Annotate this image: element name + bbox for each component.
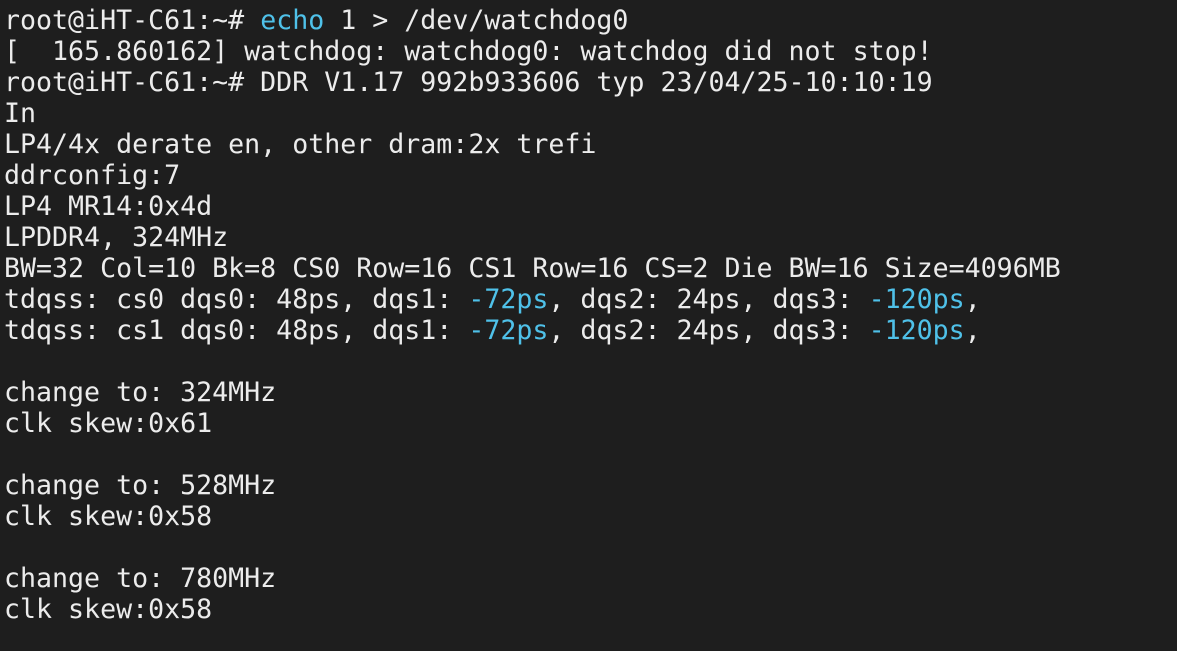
terminal-line: change to: 324MHz [4, 377, 1177, 408]
highlighted-text: -120ps [868, 315, 965, 346]
terminal-line: In [4, 98, 1177, 129]
terminal-text: tdqss: cs1 dqs0: 48ps, dqs1: [4, 315, 469, 346]
terminal-line: tdqss: cs1 dqs0: 48ps, dqs1: -72ps, dqs2… [4, 315, 1177, 346]
highlighted-text: -72ps [468, 315, 549, 346]
terminal-text: change to: 780MHz [4, 563, 277, 594]
terminal-text: clk skew:0x58 [4, 594, 213, 625]
terminal-line: LPDDR4, 324MHz [4, 222, 1177, 253]
terminal-text: , [964, 315, 981, 346]
terminal-text: , [964, 284, 981, 315]
terminal-text: [ 165.860162] watchdog: watchdog0: watch… [4, 36, 933, 67]
highlighted-text: -120ps [868, 284, 965, 315]
terminal-text: change to: 528MHz [4, 470, 277, 501]
terminal-line: change to: 780MHz [4, 563, 1177, 594]
terminal-text: root@iHT-C61:~# DDR V1.17 992b933606 typ… [4, 67, 933, 98]
terminal-line: clk skew:0x58 [4, 594, 1177, 625]
terminal-text: LPDDR4, 324MHz [4, 222, 229, 253]
terminal-output[interactable]: root@iHT-C61:~# echo 1 > /dev/watchdog0[… [0, 0, 1177, 651]
terminal-line: clk skew:0x61 [4, 408, 1177, 439]
terminal-line: LP4/4x derate en, other dram:2x trefi [4, 129, 1177, 160]
terminal-line: tdqss: cs0 dqs0: 48ps, dqs1: -72ps, dqs2… [4, 284, 1177, 315]
highlighted-text: echo [260, 5, 325, 36]
terminal-line: root@iHT-C61:~# DDR V1.17 992b933606 typ… [4, 67, 1177, 98]
terminal-text: LP4/4x derate en, other dram:2x trefi [4, 129, 597, 160]
terminal-line: BW=32 Col=10 Bk=8 CS0 Row=16 CS1 Row=16 … [4, 253, 1177, 284]
terminal-text: 1 > /dev/watchdog0 [324, 5, 629, 36]
terminal-line: ddrconfig:7 [4, 160, 1177, 191]
terminal-text: tdqss: cs0 dqs0: 48ps, dqs1: [4, 284, 469, 315]
terminal-text: clk skew:0x58 [4, 501, 213, 532]
terminal-line: change to: 528MHz [4, 470, 1177, 501]
terminal-text: , dqs2: 24ps, dqs3: [548, 284, 869, 315]
terminal-line: clk skew:0x58 [4, 501, 1177, 532]
terminal-text: change to: 324MHz [4, 377, 277, 408]
terminal-text: ddrconfig:7 [4, 160, 181, 191]
terminal-line: [ 165.860162] watchdog: watchdog0: watch… [4, 36, 1177, 67]
terminal-text: , dqs2: 24ps, dqs3: [548, 315, 869, 346]
terminal-line: LP4 MR14:0x4d [4, 191, 1177, 222]
terminal-text: clk skew:0x61 [4, 408, 213, 439]
terminal-text: root@iHT-C61:~# [4, 5, 261, 36]
terminal-line: root@iHT-C61:~# echo 1 > /dev/watchdog0 [4, 5, 1177, 36]
terminal-text: BW=32 Col=10 Bk=8 CS0 Row=16 CS1 Row=16 … [4, 253, 1061, 284]
terminal-text: In [4, 98, 37, 129]
terminal-text: LP4 MR14:0x4d [4, 191, 213, 222]
highlighted-text: -72ps [468, 284, 549, 315]
